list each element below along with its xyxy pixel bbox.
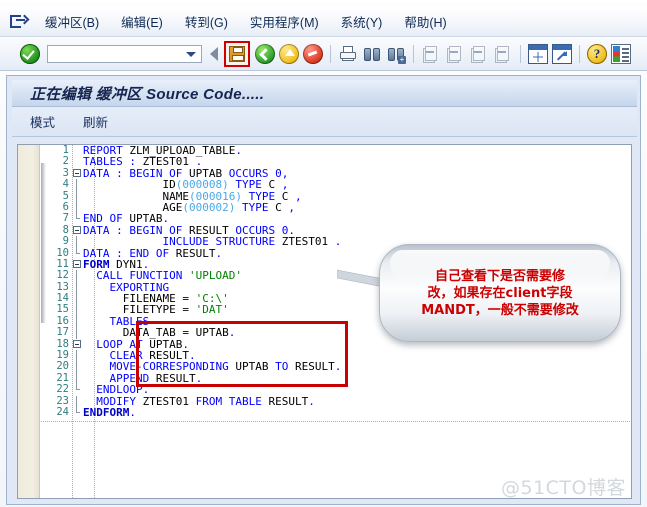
previous-page-icon[interactable]	[445, 44, 465, 64]
button-refresh[interactable]: 刷新	[73, 109, 118, 134]
save-floppy-icon	[229, 45, 245, 62]
back-triangle-icon[interactable]	[210, 46, 218, 61]
fold-marker[interactable]	[72, 350, 83, 362]
code-text[interactable]: ENDFORM.	[83, 407, 631, 418]
menu-item-help[interactable]: 帮助(H)	[393, 10, 457, 33]
fold-marker[interactable]	[72, 190, 83, 202]
screen-title-bar: 正在编辑 缓冲区 Source Code.....	[12, 80, 637, 107]
fold-marker[interactable]	[72, 168, 83, 179]
callout-line-3: MANDT，一般不需要修改	[421, 302, 579, 318]
fold-marker[interactable]	[72, 156, 83, 167]
fold-marker[interactable]	[72, 339, 83, 350]
command-field[interactable]	[47, 44, 202, 63]
customize-layout-icon[interactable]	[611, 43, 631, 64]
cancel-red-icon[interactable]	[303, 43, 323, 64]
fold-marker[interactable]	[72, 247, 83, 259]
line-number: 9	[62, 235, 69, 248]
callout-line-2: 改，如果存在client字段	[427, 285, 573, 301]
toolbar-separator	[520, 44, 521, 63]
code-text[interactable]: MODIFY ZTEST01 FROM TABLE RESULT.	[83, 395, 631, 407]
annotation-callout: 自己查看下是否需要修 改，如果存在client字段 MANDT，一般不需要修改	[379, 244, 621, 342]
fold-marker[interactable]	[72, 236, 83, 248]
code-text[interactable]: APPEND RESULT.	[83, 373, 631, 384]
print-icon[interactable]	[338, 44, 358, 64]
fold-marker[interactable]	[72, 225, 83, 236]
window-frame: 缓冲区(B) 编辑(E) 转到(G) 实用程序(M) 系统(Y) 帮助(H) +	[0, 0, 647, 507]
editor-left-margin	[18, 145, 40, 498]
fold-marker[interactable]	[72, 201, 83, 214]
callout-line-1: 自己查看下是否需要修	[434, 268, 565, 284]
fold-marker[interactable]	[72, 304, 83, 316]
create-shortcut-icon[interactable]	[552, 43, 572, 64]
save-button[interactable]	[224, 40, 250, 67]
page-title: 正在编辑 缓冲区 Source Code.....	[30, 85, 265, 103]
find-binoculars-icon[interactable]	[362, 44, 382, 64]
green-check-icon[interactable]	[20, 43, 40, 64]
fold-marker[interactable]	[72, 281, 83, 294]
menu-item-system[interactable]: 系统(Y)	[330, 10, 394, 33]
last-page-icon[interactable]	[493, 44, 513, 64]
fold-marker[interactable]	[72, 179, 83, 191]
fold-marker[interactable]	[72, 259, 83, 270]
fold-marker[interactable]	[72, 361, 83, 373]
fold-marker[interactable]	[72, 293, 83, 305]
first-page-icon[interactable]	[421, 44, 441, 64]
line-number: 24	[56, 405, 69, 418]
toolbar-separator	[330, 44, 331, 63]
button-mode[interactable]: 模式	[20, 109, 65, 134]
next-page-icon[interactable]	[469, 44, 489, 64]
line-number: 17	[56, 326, 69, 339]
line-number: 12	[56, 269, 69, 282]
sub-toolbar: 模式 刷新	[12, 107, 637, 137]
fold-marker[interactable]	[72, 327, 83, 339]
menu-item-buffer[interactable]: 缓冲区(B)	[34, 10, 110, 33]
toolbar-separator	[579, 44, 580, 63]
menu-item-utilities[interactable]: 实用程序(M)	[239, 10, 330, 33]
fold-marker[interactable]	[72, 406, 83, 418]
fold-marker[interactable]	[72, 395, 83, 407]
fold-marker[interactable]	[72, 315, 83, 328]
fold-marker[interactable]	[72, 270, 83, 282]
back-green-icon[interactable]	[255, 43, 275, 64]
help-icon[interactable]: ?	[587, 43, 607, 64]
fold-marker[interactable]	[72, 213, 83, 224]
exit-icon[interactable]	[10, 14, 30, 29]
watermark: @51CTO博客	[500, 477, 626, 499]
sap-buffer-source-code-window: 缓冲区(B) 编辑(E) 转到(G) 实用程序(M) 系统(Y) 帮助(H) +	[0, 0, 647, 507]
menu-item-edit[interactable]: 编辑(E)	[110, 10, 174, 33]
toolbar-separator	[413, 44, 414, 63]
screen-panel: 正在编辑 缓冲区 Source Code..... 模式 刷新 1 REPORT …	[6, 75, 641, 505]
new-session-icon[interactable]	[528, 43, 548, 64]
find-next-binoculars-icon[interactable]: +	[386, 44, 406, 64]
line-number: 4	[62, 178, 69, 191]
chevron-down-icon[interactable]	[186, 51, 196, 57]
fold-marker[interactable]	[72, 145, 83, 156]
code-end-divider	[41, 420, 631, 422]
code-line[interactable]: 24 ENDFORM.	[41, 405, 631, 418]
menu-bar: 缓冲区(B) 编辑(E) 转到(G) 实用程序(M) 系统(Y) 帮助(H)	[0, 7, 647, 37]
menu-item-goto[interactable]: 转到(G)	[174, 10, 239, 33]
fold-marker[interactable]	[72, 384, 83, 395]
exit-yellow-icon[interactable]	[279, 43, 299, 64]
command-input[interactable]	[51, 45, 183, 62]
toolbar: + ?	[0, 37, 647, 71]
line-number: 22	[56, 383, 69, 396]
code-line[interactable]: 4 ID(000008) TYPE C ,	[41, 178, 631, 191]
fold-marker[interactable]	[72, 372, 83, 385]
